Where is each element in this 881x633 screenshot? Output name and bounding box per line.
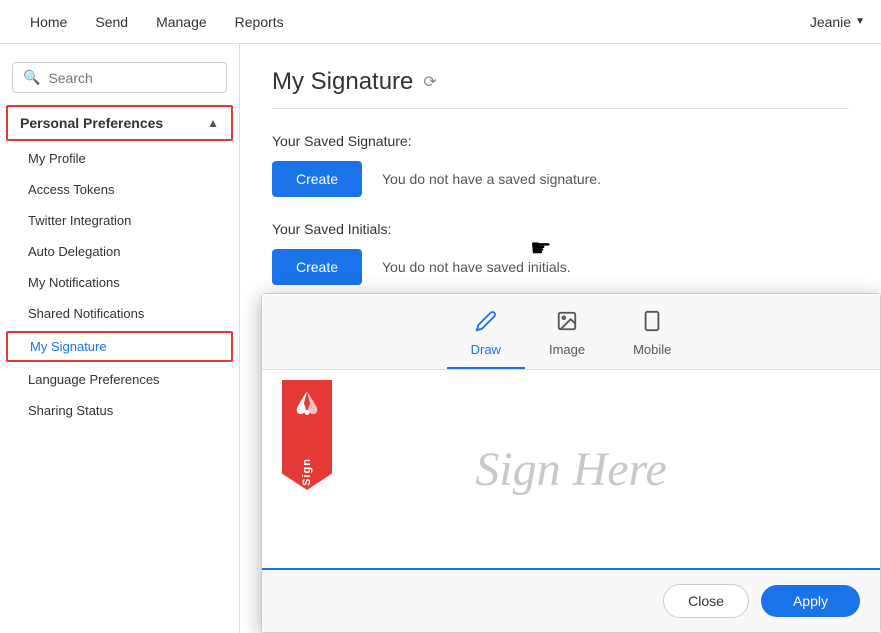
content-area: My Signature ⟳ Your Saved Signature: Cre… xyxy=(240,44,881,633)
nav-manage[interactable]: Manage xyxy=(142,0,221,44)
signature-dialog: Draw Image xyxy=(261,293,881,633)
sidebar-item-shared-notifications[interactable]: Shared Notifications xyxy=(0,298,239,329)
search-icon: 🔍 xyxy=(23,69,40,86)
draw-icon xyxy=(475,310,497,338)
saved-signature-label: Your Saved Signature: xyxy=(272,133,849,149)
tab-draw-label: Draw xyxy=(471,342,501,357)
user-name: Jeanie xyxy=(810,14,851,30)
dialog-footer: Close Apply xyxy=(262,570,880,632)
search-box[interactable]: 🔍 xyxy=(12,62,227,93)
top-nav: Home Send Manage Reports Jeanie ▼ xyxy=(0,0,881,44)
adobe-sign-tag: Sign xyxy=(282,380,332,490)
nav-reports[interactable]: Reports xyxy=(221,0,298,44)
no-signature-text: You do not have a saved signature. xyxy=(382,171,601,187)
main-layout: 🔍 Personal Preferences ▲ My Profile Acce… xyxy=(0,44,881,633)
sidebar-item-my-notifications[interactable]: My Notifications xyxy=(0,267,239,298)
saved-initials-row: Create You do not have saved initials. xyxy=(272,249,849,285)
sign-here-text: Sign Here xyxy=(475,442,667,497)
chevron-up-icon: ▲ xyxy=(207,116,219,130)
saved-initials-label: Your Saved Initials: xyxy=(272,221,849,237)
image-icon xyxy=(556,310,578,338)
page-title-container: My Signature ⟳ xyxy=(272,68,849,109)
create-initials-button[interactable]: Create xyxy=(272,249,362,285)
sidebar-item-sharing-status[interactable]: Sharing Status xyxy=(0,395,239,426)
mobile-icon xyxy=(641,310,663,338)
sidebar-item-language-preferences[interactable]: Language Preferences xyxy=(0,364,239,395)
refresh-icon[interactable]: ⟳ xyxy=(423,72,436,92)
sidebar-section-label: Personal Preferences xyxy=(20,115,163,131)
nav-send[interactable]: Send xyxy=(81,0,142,44)
apply-button[interactable]: Apply xyxy=(761,585,860,617)
sidebar-item-my-signature[interactable]: My Signature xyxy=(6,331,233,362)
sidebar-item-twitter-integration[interactable]: Twitter Integration xyxy=(0,205,239,236)
page-title: My Signature xyxy=(272,68,413,96)
tab-draw[interactable]: Draw xyxy=(447,302,525,369)
user-menu-arrow: ▼ xyxy=(855,16,865,27)
user-menu[interactable]: Jeanie ▼ xyxy=(810,14,865,30)
adobe-sign-label: Sign xyxy=(301,458,313,486)
nav-home[interactable]: Home xyxy=(16,0,81,44)
dialog-tabs: Draw Image xyxy=(262,294,880,370)
sidebar: 🔍 Personal Preferences ▲ My Profile Acce… xyxy=(0,44,240,633)
sidebar-item-auto-delegation[interactable]: Auto Delegation xyxy=(0,236,239,267)
tab-mobile[interactable]: Mobile xyxy=(609,302,695,369)
saved-signature-row: Create You do not have a saved signature… xyxy=(272,161,849,197)
close-button[interactable]: Close xyxy=(663,584,749,618)
sidebar-section-personal-preferences[interactable]: Personal Preferences ▲ xyxy=(6,105,233,141)
tab-mobile-label: Mobile xyxy=(633,342,671,357)
sidebar-item-my-profile[interactable]: My Profile xyxy=(0,143,239,174)
tab-image-label: Image xyxy=(549,342,585,357)
tab-image[interactable]: Image xyxy=(525,302,609,369)
dialog-body[interactable]: Sign Sign Here xyxy=(262,370,880,570)
search-input[interactable] xyxy=(48,70,216,86)
create-signature-button[interactable]: Create xyxy=(272,161,362,197)
sidebar-item-access-tokens[interactable]: Access Tokens xyxy=(0,174,239,205)
no-initials-text: You do not have saved initials. xyxy=(382,259,571,275)
